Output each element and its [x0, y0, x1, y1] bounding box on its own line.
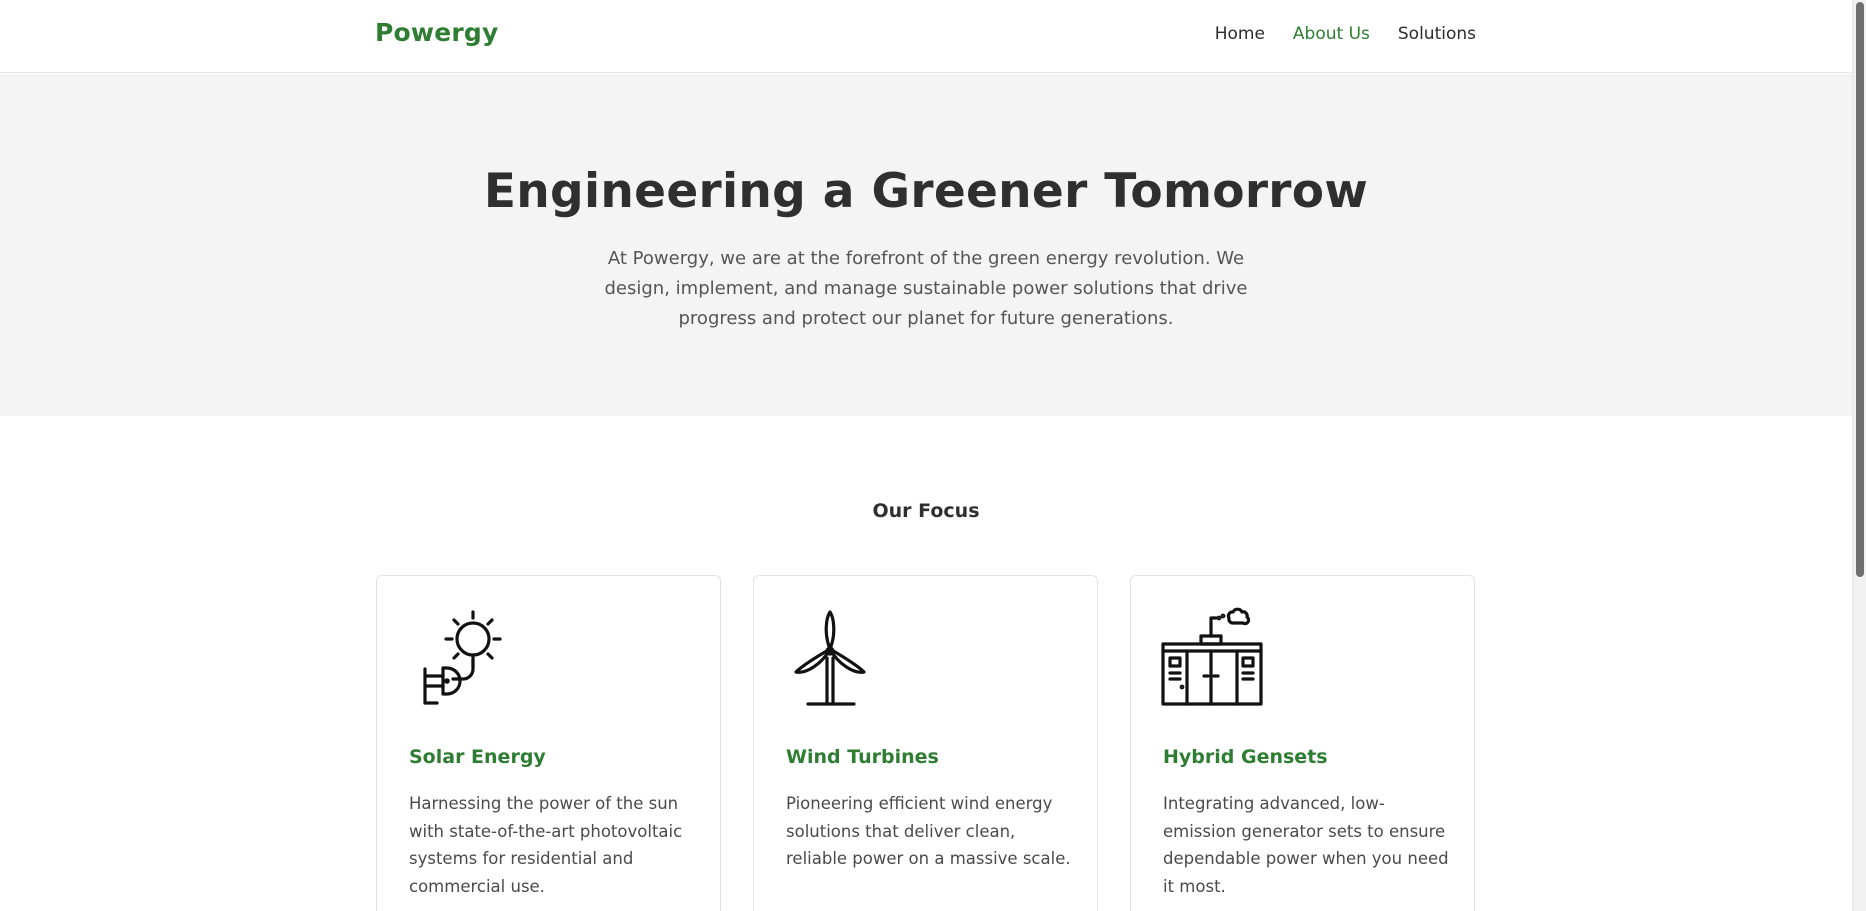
hero-description: At Powergy, we are at the forefront of t…	[604, 248, 1248, 329]
wind-turbine-icon	[784, 606, 888, 710]
solar-plug-icon	[407, 606, 511, 710]
card-description: Integrating advanced, low-emission gener…	[1163, 794, 1449, 896]
card-title: Solar Energy	[409, 746, 546, 768]
card-title: Wind Turbines	[786, 746, 939, 768]
hero-section: Engineering a Greener Tomorrow At Powerg…	[0, 74, 1852, 416]
focus-card-wind: Wind Turbines Pioneering efficient wind …	[753, 575, 1098, 911]
site-header: Powergy Home About Us Solutions	[0, 0, 1852, 73]
hero-title: Engineering a Greener Tomorrow	[483, 164, 1369, 219]
card-description: Pioneering efficient wind energy solutio…	[786, 794, 1071, 868]
nav-link-about-us[interactable]: About Us	[1293, 24, 1370, 44]
nav-link-home[interactable]: Home	[1215, 24, 1265, 44]
main-nav: Home About Us Solutions	[1215, 24, 1476, 44]
generator-icon	[1161, 606, 1265, 710]
vertical-scrollbar[interactable]	[1852, 0, 1866, 911]
card-description: Harnessing the power of the sun with sta…	[409, 794, 683, 896]
card-title: Hybrid Gensets	[1163, 746, 1328, 768]
scrollbar-thumb[interactable]	[1856, 2, 1864, 577]
nav-link-solutions[interactable]: Solutions	[1398, 24, 1476, 44]
page: Powergy Home About Us Solutions Engineer…	[0, 0, 1852, 911]
focus-card-genset: Hybrid Gensets Integrating advanced, low…	[1130, 575, 1475, 911]
focus-card-solar: Solar Energy Harnessing the power of the…	[376, 575, 721, 911]
site-logo[interactable]: Powergy	[375, 18, 498, 47]
focus-section-title: Our Focus	[872, 500, 980, 522]
